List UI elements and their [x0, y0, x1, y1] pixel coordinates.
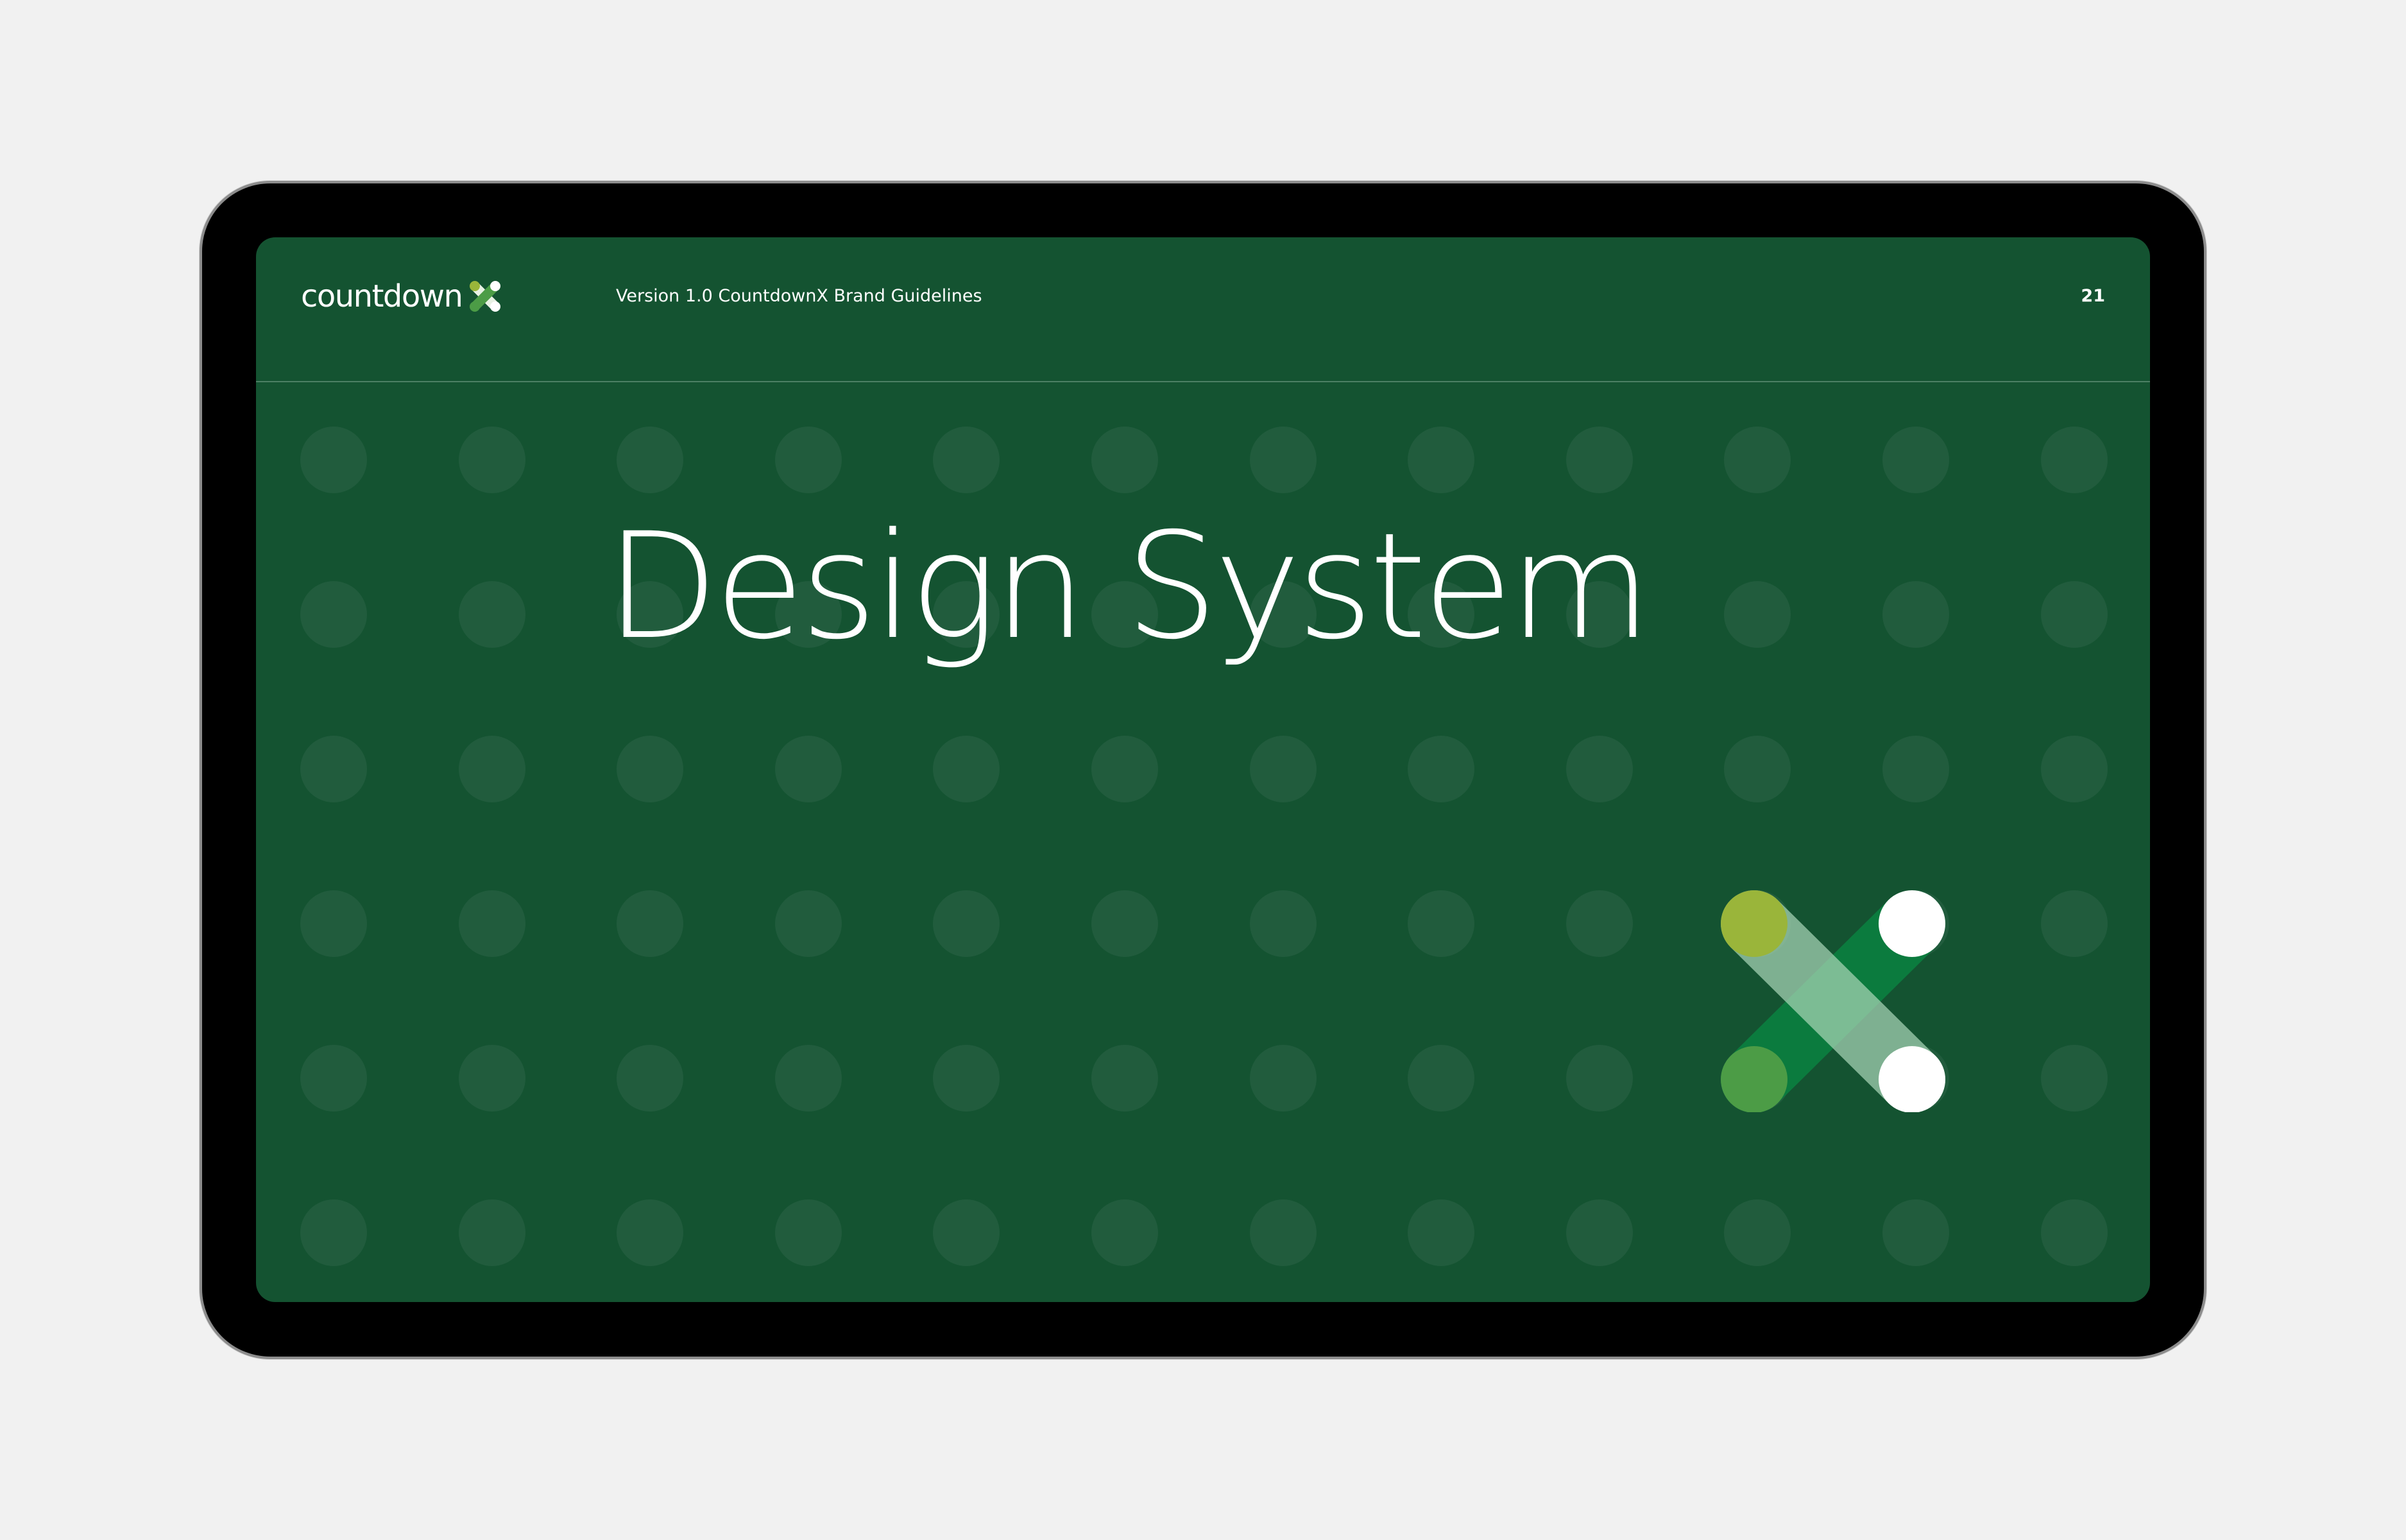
- background-dot: [2040, 736, 2108, 802]
- background-dot: [300, 581, 367, 648]
- background-dot: [2040, 890, 2108, 957]
- document-version-label: Version 1.0 CountdownX Brand Guidelines: [616, 286, 982, 306]
- background-dot: [2040, 427, 2108, 493]
- background-dot: [774, 736, 842, 802]
- slide-screen: countdown Version 1.0 CountdownX Brand G…: [256, 237, 2150, 1302]
- background-dot: [1882, 1199, 1949, 1266]
- background-dot: [1566, 427, 1633, 493]
- background-dot: [1724, 427, 1791, 493]
- countdown-logo: countdown: [301, 271, 504, 322]
- background-dot: [1882, 427, 1949, 493]
- background-dot: [458, 736, 525, 802]
- background-dot: [300, 1045, 367, 1112]
- countdown-x-icon: [470, 281, 501, 312]
- background-dot: [458, 427, 525, 493]
- background-dot: [774, 1199, 842, 1266]
- background-dot: [458, 1199, 525, 1266]
- background-dot: [458, 890, 525, 957]
- background-dot: [933, 1045, 1000, 1112]
- background-dot: [1091, 736, 1158, 802]
- background-dot: [1091, 427, 1158, 493]
- background-dot: [933, 736, 1000, 802]
- background-dot: [458, 1045, 525, 1112]
- background-dot: [1566, 736, 1633, 802]
- page-number: 21: [2081, 286, 2105, 306]
- background-dot: [1091, 890, 1158, 957]
- page-title: Design System: [606, 501, 1651, 672]
- x-mark-graphic-icon: [1721, 890, 1945, 1112]
- background-dot: [774, 890, 842, 957]
- background-dot: [1249, 1045, 1317, 1112]
- background-dot: [1408, 1045, 1475, 1112]
- background-dot: [1724, 581, 1791, 648]
- background-dot: [933, 427, 1000, 493]
- background-dot: [774, 427, 842, 493]
- background-dot: [1724, 736, 1791, 802]
- background-dot: [458, 581, 525, 648]
- background-dot: [617, 1199, 684, 1266]
- background-dot: [933, 1199, 1000, 1266]
- background-dot: [300, 427, 367, 493]
- background-dot: [1249, 427, 1317, 493]
- background-dot: [617, 890, 684, 957]
- background-dot: [2040, 581, 2108, 648]
- background-dot: [1091, 1199, 1158, 1266]
- background-dot: [1249, 1199, 1317, 1266]
- background-dot: [1408, 736, 1475, 802]
- background-dot: [1249, 736, 1317, 802]
- background-dot: [617, 1045, 684, 1112]
- background-dot: [1566, 1199, 1633, 1266]
- background-dot: [617, 427, 684, 493]
- background-dot: [1408, 890, 1475, 957]
- dot-pattern-background: [256, 237, 2150, 1302]
- background-dot: [1566, 890, 1633, 957]
- background-dot: [300, 736, 367, 802]
- background-dot: [300, 1199, 367, 1266]
- background-dot: [933, 890, 1000, 957]
- background-dot: [1408, 1199, 1475, 1266]
- background-dot: [1249, 890, 1317, 957]
- background-dot: [1566, 1045, 1633, 1112]
- background-dot: [617, 736, 684, 802]
- logo-wordmark: countdown: [301, 278, 463, 314]
- background-dot: [300, 890, 367, 957]
- background-dot: [1408, 427, 1475, 493]
- background-dot: [1882, 736, 1949, 802]
- slide-header: countdown Version 1.0 CountdownX Brand G…: [256, 237, 2150, 382]
- background-dot: [774, 1045, 842, 1112]
- background-dot: [1724, 1199, 1791, 1266]
- background-dot: [2040, 1045, 2108, 1112]
- background-dot: [1882, 581, 1949, 648]
- background-dot: [1091, 1045, 1158, 1112]
- background-dot: [2040, 1199, 2108, 1266]
